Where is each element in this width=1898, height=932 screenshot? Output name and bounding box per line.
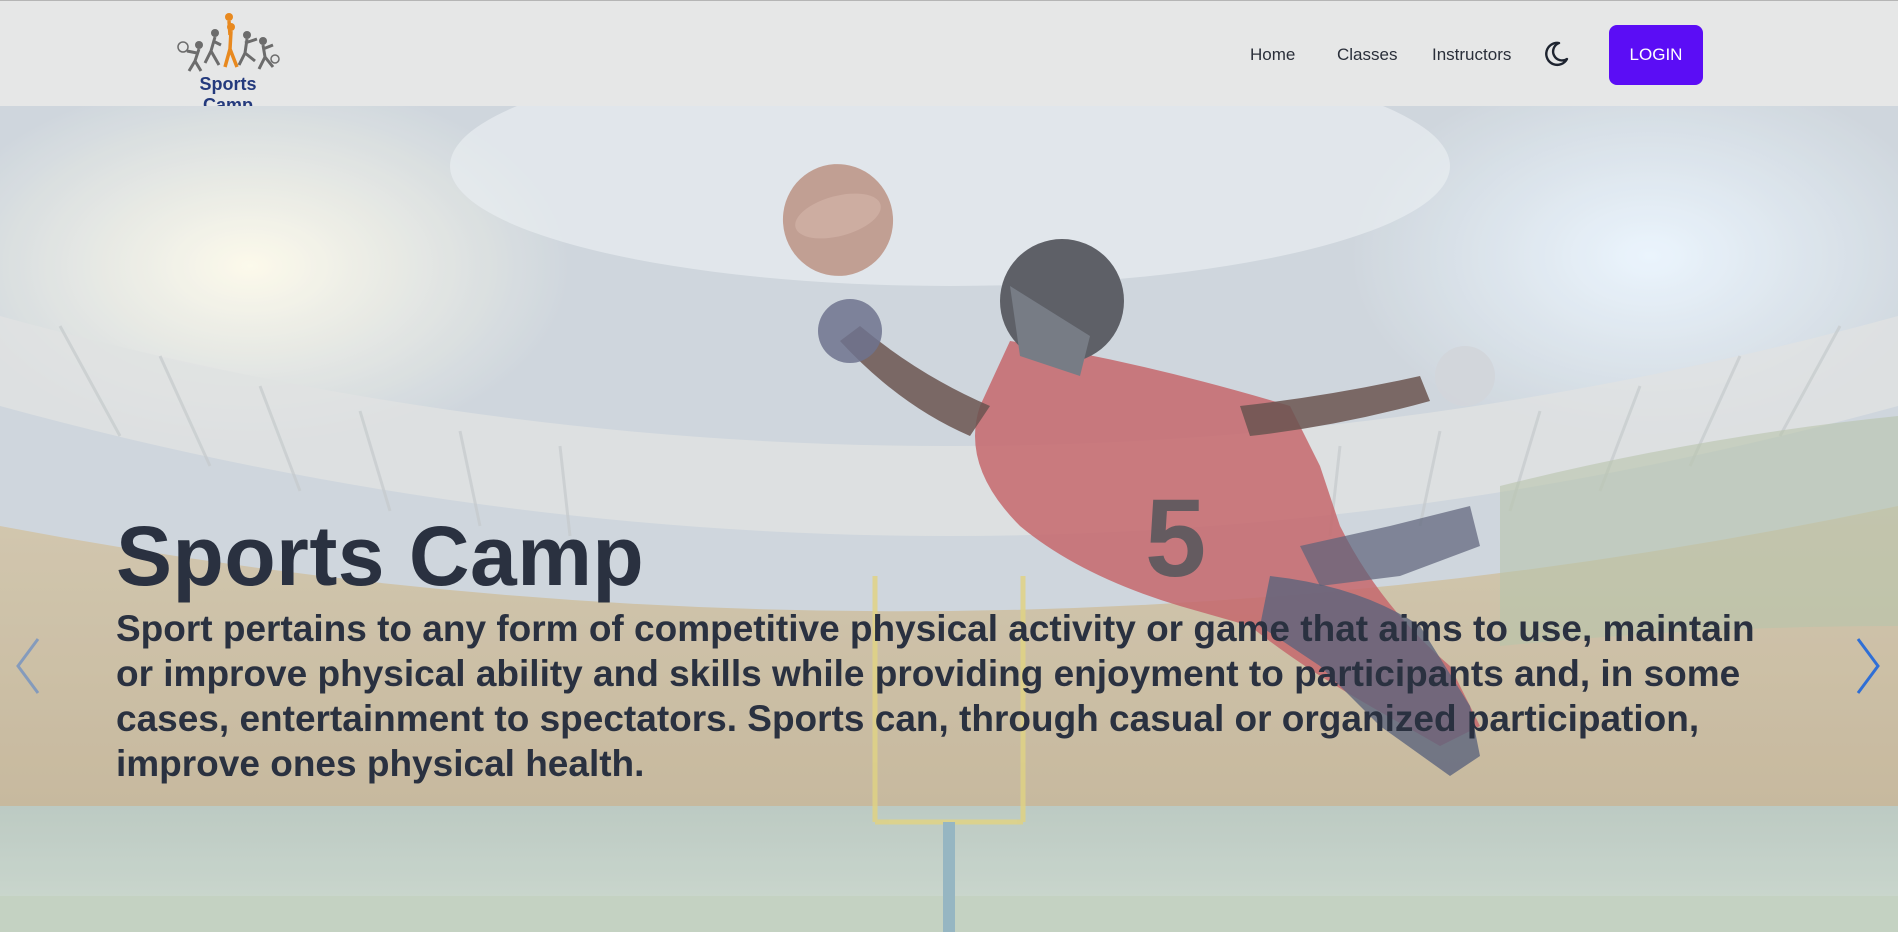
brand-logo[interactable]: Sports Camp [173,11,283,115]
hero-title: Sports Camp [116,509,645,603]
carousel-next-button[interactable] [1848,631,1888,701]
chevron-left-icon [16,638,40,694]
nav-link-instructors[interactable]: Instructors [1432,45,1511,65]
hero-description: Sport pertains to any form of competitiv… [116,608,1755,784]
chevron-right-icon [1856,638,1880,694]
nav-link-home[interactable]: Home [1250,45,1295,65]
navbar: Sports Camp Home Classes Instructors LOG… [0,0,1898,115]
nav-link-classes[interactable]: Classes [1337,45,1397,65]
carousel-prev-button[interactable] [8,631,48,701]
moon-icon [1545,41,1569,66]
hero-carousel: 5 Sports Camp Sport pertains to any form… [0,106,1898,932]
theme-toggle-button[interactable] [1540,39,1570,69]
sports-figures-logo-icon [177,13,280,72]
login-button[interactable]: LOGIN [1609,25,1703,85]
